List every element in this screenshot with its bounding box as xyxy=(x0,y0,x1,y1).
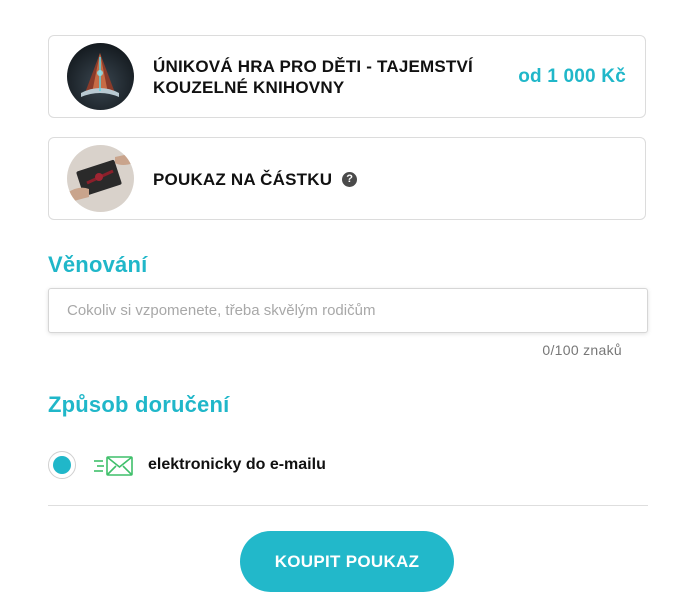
dedication-input[interactable] xyxy=(48,288,648,333)
delivery-heading: Způsob doručení xyxy=(48,392,230,417)
delivery-option-label[interactable]: elektronicky do e-mailu xyxy=(148,456,326,474)
dedication-heading: Věnování xyxy=(48,252,148,277)
divider xyxy=(48,505,648,506)
delivery-email-radio[interactable] xyxy=(48,451,76,479)
product-card-escape-game[interactable]: Úniková hra pro děti - tajemství kouzeln… xyxy=(48,35,646,118)
product-title-row: Poukaz na částku ? xyxy=(153,169,358,190)
voucher-order-form: Úniková hra pro děti - tajemství kouzeln… xyxy=(0,0,696,607)
product-title: Poukaz na částku xyxy=(153,170,333,189)
email-send-icon xyxy=(94,456,133,476)
product-price: od 1 000 Kč xyxy=(518,66,626,87)
magic-book-image xyxy=(67,43,134,110)
product-card-voucher-amount[interactable]: Poukaz na částku ? xyxy=(48,137,646,220)
radio-selected-dot xyxy=(53,456,71,474)
gift-voucher-image xyxy=(67,145,134,212)
character-counter: 0/100 znaků xyxy=(542,342,622,358)
product-title: Úniková hra pro děti - tajemství kouzeln… xyxy=(153,57,473,97)
buy-voucher-button[interactable]: Koupit poukaz xyxy=(240,531,454,592)
question-icon[interactable]: ? xyxy=(342,172,358,187)
